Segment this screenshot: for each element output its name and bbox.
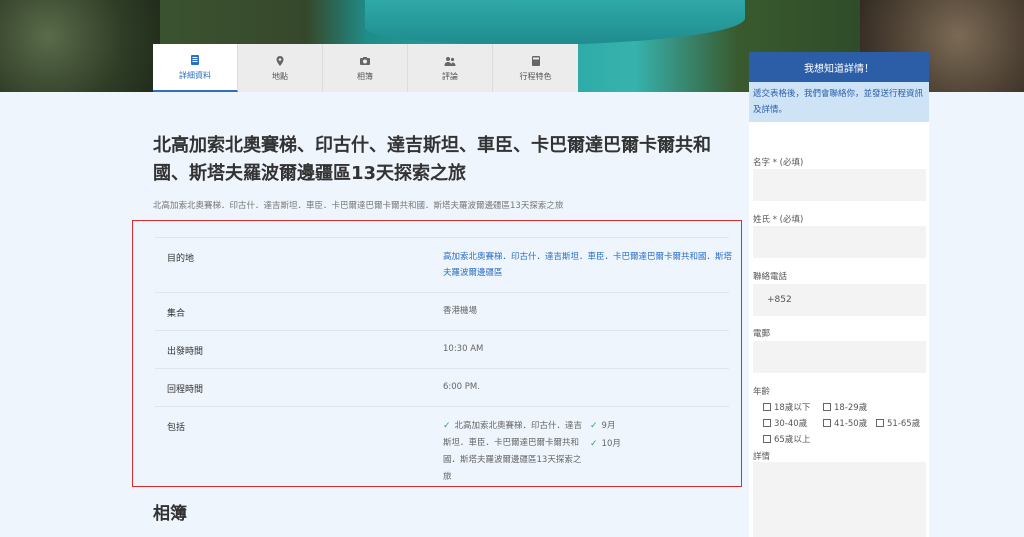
tab-reviews[interactable]: 評論: [408, 44, 493, 92]
age-option[interactable]: 18歲以下: [763, 401, 810, 413]
check-icon: ✓: [590, 439, 598, 449]
detail-row-departure: 出發時間 10:30 AM: [155, 330, 729, 368]
detail-row-destination: 目的地 高加索北奧賽梯．印古什．達吉斯坦．車臣．卡巴爾達巴爾卡爾共和國．斯塔夫羅…: [155, 237, 732, 292]
destination-label: 目的地: [167, 254, 195, 264]
checkbox[interactable]: [823, 419, 831, 427]
tab-album[interactable]: 相簿: [323, 44, 408, 92]
includes-month-item: ✓ 10月: [590, 436, 621, 453]
age-option[interactable]: 51-65歲: [876, 417, 920, 429]
details-textarea[interactable]: [753, 462, 926, 537]
first-name-input[interactable]: [753, 169, 926, 201]
check-icon: ✓: [590, 421, 598, 431]
meeting-value: 香港機場: [443, 306, 478, 316]
book-icon: [531, 55, 540, 66]
meeting-label: 集合: [167, 309, 186, 319]
page-title: 北高加索北奧賽梯、印古什、達吉斯坦、車臣、卡巴爾達巴爾卡爾共和國、斯塔夫羅波爾邊…: [153, 135, 711, 184]
inquiry-form: 我想知道詳情！ 遞交表格後，我們會聯絡你，並發送行程資訊及詳情。 名字 * (必…: [749, 52, 929, 537]
includes-month: 10月: [601, 439, 621, 449]
includes-text: 北高加索北奧賽梯．印古什．達吉斯坦．車臣．卡巴爾達巴爾卡爾共和國．斯塔夫羅波爾邊…: [443, 421, 583, 482]
destination-value[interactable]: 高加索北奧賽梯．印古什．達吉斯坦．車臣．卡巴爾達巴爾卡爾共和國．斯塔夫羅波爾邊疆…: [443, 249, 733, 281]
first-name-label: 名字 * (必填): [753, 158, 804, 168]
camera-icon: [360, 56, 370, 65]
tab-details[interactable]: 詳細資料: [153, 44, 238, 92]
checkbox[interactable]: [876, 419, 884, 427]
last-name-input[interactable]: [753, 226, 926, 258]
document-icon: [191, 54, 199, 65]
age-option[interactable]: 65歲以上: [763, 433, 810, 445]
details-label: 詳情: [753, 452, 771, 462]
tab-label: 地點: [272, 71, 288, 81]
users-icon: [444, 56, 456, 66]
tab-label: 行程特色: [519, 71, 552, 81]
check-icon: ✓: [443, 421, 451, 431]
last-name-label: 姓氏 * (必填): [753, 215, 804, 225]
tab-highlights[interactable]: 行程特色: [493, 44, 578, 92]
phone-label: 聯絡電話: [753, 272, 788, 282]
form-note: 遞交表格後，我們會聯絡你，並發送行程資訊及詳情。: [749, 82, 929, 122]
album-section-title: 相簿: [153, 504, 187, 524]
age-option-label: 18歲以下: [774, 403, 811, 413]
checkbox[interactable]: [763, 419, 771, 427]
tab-label: 評論: [442, 71, 458, 81]
page-subtitle: 北高加索北奧賽梯．印古什．達吉斯坦．車臣．卡巴爾達巴爾卡爾共和國．斯塔夫羅波爾邊…: [153, 201, 564, 211]
age-option-label: 51-65歲: [887, 419, 921, 429]
return-value: 6:00 PM.: [443, 382, 480, 392]
form-header: 我想知道詳情！: [749, 52, 929, 82]
map-pin-icon: [276, 55, 284, 66]
hero-water: [365, 0, 745, 45]
age-label: 年齡: [753, 387, 771, 397]
return-label: 回程時間: [167, 385, 204, 395]
includes-item: ✓ 北高加索北奧賽梯．印古什．達吉斯坦．車臣．卡巴爾達巴爾卡爾共和國．斯塔夫羅波爾…: [443, 418, 583, 486]
departure-value: 10:30 AM: [443, 344, 484, 354]
age-option-label: 41-50歲: [834, 419, 868, 429]
phone-input[interactable]: [753, 284, 926, 316]
detail-row-meeting: 集合 香港機場: [155, 292, 729, 330]
tour-details-table: 目的地 高加索北奧賽梯．印古什．達吉斯坦．車臣．卡巴爾達巴爾卡爾共和國．斯塔夫羅…: [132, 220, 742, 487]
hero-rocks-left: [0, 0, 160, 92]
detail-row-includes: 包括 ✓ 北高加索北奧賽梯．印古什．達吉斯坦．車臣．卡巴爾達巴爾卡爾共和國．斯塔夫…: [155, 406, 729, 482]
includes-label: 包括: [167, 423, 186, 433]
detail-row-return: 回程時間 6:00 PM.: [155, 368, 729, 406]
age-option-label: 30-40歲: [774, 419, 808, 429]
tab-label: 相簿: [357, 71, 373, 81]
email-input[interactable]: [753, 341, 926, 373]
tour-tabs: 詳細資料 地點 相簿 評論 行程特色: [153, 44, 578, 92]
age-option[interactable]: 41-50歲: [823, 417, 867, 429]
checkbox[interactable]: [763, 435, 771, 443]
includes-month-item: ✓ 9月: [590, 418, 615, 435]
departure-label: 出發時間: [167, 347, 204, 357]
includes-month: 9月: [601, 421, 616, 431]
tab-location[interactable]: 地點: [238, 44, 323, 92]
age-option[interactable]: 18-29歲: [823, 401, 867, 413]
age-option-label: 65歲以上: [774, 435, 811, 445]
checkbox[interactable]: [763, 403, 771, 411]
age-option-label: 18-29歲: [834, 403, 868, 413]
tab-label: 詳細資料: [179, 70, 211, 80]
email-label: 電郵: [753, 329, 771, 339]
checkbox[interactable]: [823, 403, 831, 411]
age-option[interactable]: 30-40歲: [763, 417, 807, 429]
